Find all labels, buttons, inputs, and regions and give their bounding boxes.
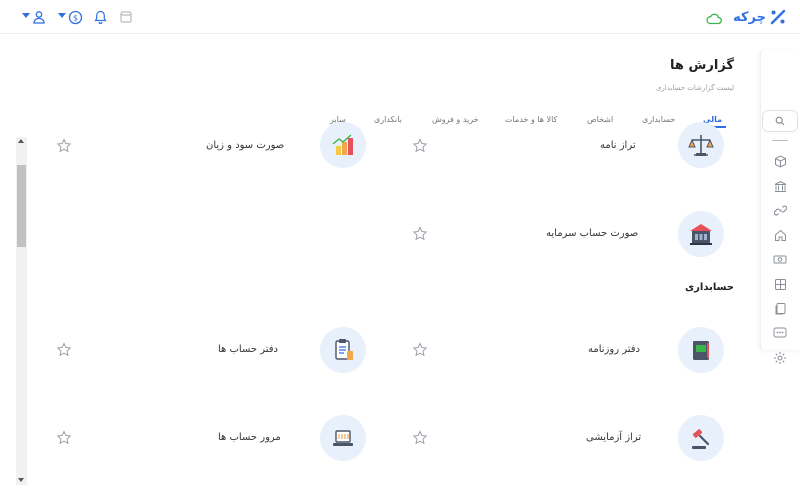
more-icon[interactable] <box>772 324 788 340</box>
scroll-down-arrow-icon[interactable] <box>18 478 24 482</box>
tab-products-services[interactable]: کالا ها و خدمات <box>505 115 557 124</box>
rail-divider <box>772 140 788 141</box>
brand-name: چرکه <box>733 9 766 25</box>
banknote-icon[interactable] <box>772 251 788 267</box>
report-accounts-ledger[interactable]: دفتر حساب ها <box>218 344 278 355</box>
calculator-icon[interactable] <box>772 276 788 292</box>
link-icon[interactable] <box>772 202 788 218</box>
tab-persons[interactable]: اشخاص <box>587 115 613 124</box>
svg-text:$: $ <box>72 13 77 22</box>
star-icon[interactable] <box>56 342 72 358</box>
star-icon[interactable] <box>412 342 428 358</box>
tab-buy-sell[interactable]: خرید و فروش <box>432 115 479 124</box>
balance-scale-icon[interactable] <box>678 122 724 168</box>
settings-gear-icon[interactable] <box>772 350 788 366</box>
top-bar: $ چرکه <box>0 0 800 34</box>
scroll-up-arrow-icon[interactable] <box>18 139 24 143</box>
section-title-accounting: حسابداری <box>684 282 734 293</box>
page-subtitle: لیست گزارشات حسابداری <box>655 84 734 92</box>
cloud-sync-icon[interactable] <box>706 10 722 29</box>
page-title: گزارش ها <box>670 58 734 73</box>
user-icon[interactable] <box>31 9 47 25</box>
report-balance-sheet[interactable]: تراز نامه <box>600 140 636 151</box>
user-menu-caret-icon[interactable] <box>22 13 30 18</box>
bell-icon[interactable] <box>92 9 108 25</box>
tab-banking[interactable]: بانکداری <box>374 115 402 124</box>
report-journal[interactable]: دفتر روزنامه <box>588 344 640 355</box>
laptop-icon[interactable] <box>320 415 366 461</box>
brand-logo[interactable]: چرکه <box>733 7 786 27</box>
star-icon[interactable] <box>56 138 72 154</box>
report-profit-loss[interactable]: صورت سود و زیان <box>206 140 284 151</box>
report-accounts-review[interactable]: مرور حساب ها <box>218 432 281 443</box>
store-icon[interactable] <box>118 9 134 25</box>
tab-accounting[interactable]: حسابداری <box>642 115 675 124</box>
home-icon[interactable] <box>772 227 788 243</box>
gavel-icon[interactable] <box>678 415 724 461</box>
star-icon[interactable] <box>412 226 428 242</box>
currency-menu-caret-icon[interactable] <box>58 13 66 18</box>
report-trial-balance[interactable]: تراز آزمایشی <box>586 432 641 443</box>
star-icon[interactable] <box>56 430 72 446</box>
profit-chart-icon[interactable] <box>320 122 366 168</box>
clipboard-ledger-icon[interactable] <box>320 327 366 373</box>
brand-mark-icon <box>770 9 786 25</box>
star-icon[interactable] <box>412 138 428 154</box>
star-icon[interactable] <box>412 430 428 446</box>
capital-bank-icon[interactable] <box>678 211 724 257</box>
documents-icon[interactable] <box>772 300 788 316</box>
report-capital-statement[interactable]: صورت حساب سرمایه <box>546 228 638 239</box>
rail-search-button[interactable] <box>762 110 798 132</box>
box-icon[interactable] <box>772 153 788 169</box>
bank-icon[interactable] <box>772 178 788 194</box>
scrollbar-thumb[interactable] <box>17 165 26 247</box>
journal-book-icon[interactable] <box>678 327 724 373</box>
currency-icon[interactable]: $ <box>67 9 83 25</box>
search-icon <box>775 116 785 126</box>
